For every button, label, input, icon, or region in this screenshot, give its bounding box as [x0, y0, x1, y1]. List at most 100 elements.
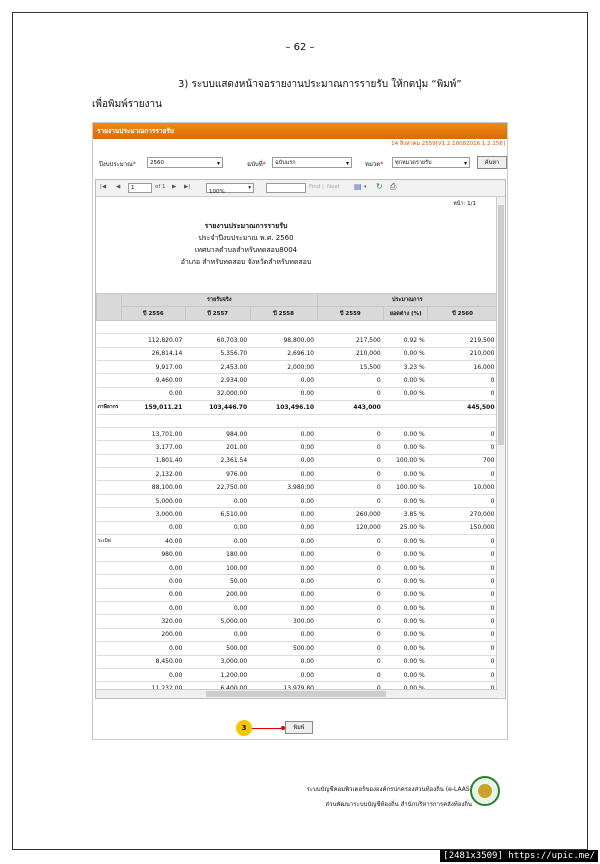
vertical-scrollbar[interactable]	[496, 197, 505, 697]
printer-icon[interactable]: ⎙	[390, 182, 396, 192]
table-cell	[383, 320, 428, 335]
table-cell: 0	[427, 467, 498, 482]
table-cell: 2,361.54	[185, 454, 251, 469]
table-cell: 0.00 %	[383, 387, 428, 402]
table-cell	[185, 414, 251, 428]
table-row: 1,801.40 2,361.54 0.00 0 100.00 % 700	[96, 454, 498, 469]
table-cell: 0	[427, 574, 498, 589]
window-title: รายงานประมาณการรายรับ	[93, 123, 507, 139]
table-cell: 98,800.00	[250, 333, 317, 348]
edition-select[interactable]: ฉบับแรก ▾	[272, 157, 352, 168]
table-cell: 445,500	[427, 400, 498, 415]
table-cell: 210,000	[427, 347, 498, 361]
table-cell: 50.00	[185, 574, 251, 589]
footer: ระบบบัญชีคอมพิวเตอร์ขององค์กรปกครองส่วนท…	[307, 782, 472, 812]
table-row: 0.00 1,200.00 0.00 0 0.00 % 0	[96, 668, 498, 683]
table-cell: 0	[317, 574, 384, 589]
search-button[interactable]: ค้นหา	[477, 156, 507, 169]
next-page-button[interactable]: ▶	[172, 184, 176, 190]
table-cell	[317, 414, 384, 428]
table-row: 9,917.00 2,453.00 2,000.00 15,500 3.23 % 16,0…	[96, 360, 498, 375]
table-cell: 0	[427, 668, 498, 683]
table-cell: 976.00	[185, 467, 251, 482]
table-cell	[383, 414, 428, 428]
table-cell: 0	[427, 561, 498, 576]
table-cell: 0	[317, 440, 384, 455]
version-label: 14 สิงหาคม 2559[V1.2.10082016.1.2.156]	[391, 141, 505, 147]
table-cell: 100.00 %	[383, 454, 428, 469]
page-number-input[interactable]: 1	[128, 183, 152, 193]
scroll-thumb[interactable]	[206, 691, 386, 697]
find-link[interactable]: Find	[309, 184, 320, 190]
chevron-down-icon: ▾	[216, 160, 220, 167]
table-cell: 0	[317, 588, 384, 602]
table-cell: 219,500	[427, 333, 498, 348]
table-cell: 0	[317, 534, 384, 549]
table-row: 112,820.07 60,703.00 98,800.00 217,500 0.92 …	[96, 333, 498, 348]
category-label: หมวด*	[365, 161, 384, 168]
find-input[interactable]	[266, 183, 306, 193]
table-cell: 159,011.21	[121, 400, 186, 415]
table-cell: 120,000	[317, 521, 384, 536]
table-row: 26,814.14 5,356.70 2,696.10 210,000 0.00 % 21…	[96, 347, 498, 361]
table-cell: 0	[317, 480, 384, 495]
table-row: 8,450.00 3,000.00 0.00 0 0.00 % 0	[96, 655, 498, 669]
table-cell: 100.00	[185, 561, 251, 576]
report-viewer: |◀ ◀ 1 of 1 ▶ ▶| 100% ▾ Find | Next ▤ ▾ ↻…	[95, 179, 506, 699]
table-cell	[96, 320, 122, 335]
table-cell: 0.00	[250, 494, 317, 509]
table-cell: 3,177.00	[121, 440, 186, 455]
chevron-down-icon[interactable]: ▾	[364, 184, 367, 190]
refresh-icon[interactable]: ↻	[376, 182, 383, 191]
table-cell	[96, 521, 122, 536]
table-cell	[96, 574, 122, 589]
scroll-thumb[interactable]	[498, 205, 504, 445]
table-cell	[96, 601, 122, 616]
table-cell: 0.00 %	[383, 347, 428, 361]
table-cell	[185, 320, 251, 335]
zoom-select[interactable]: 100% ▾	[206, 183, 254, 195]
first-page-button[interactable]: |◀	[100, 184, 106, 190]
department-logo	[470, 776, 500, 806]
table-cell: 0.00	[121, 641, 186, 656]
table-cell	[121, 320, 186, 335]
table-cell: 15,500	[317, 360, 384, 375]
table-cell: 26,814.14	[121, 347, 186, 361]
table-cell: 0.00 %	[383, 561, 428, 576]
table-cell: 0	[317, 641, 384, 656]
print-button[interactable]: พิมพ์	[285, 721, 313, 734]
table-cell: 0.00	[250, 601, 317, 616]
table-cell	[96, 507, 122, 522]
viewer-toolbar: |◀ ◀ 1 of 1 ▶ ▶| 100% ▾ Find | Next ▤ ▾ ↻…	[96, 180, 505, 197]
category-select[interactable]: ทุกหมวดรายรับ ▾	[392, 157, 470, 168]
table-cell: 0.00	[250, 373, 317, 388]
table-cell: 1,200.00	[185, 668, 251, 683]
last-page-button[interactable]: ▶|	[184, 184, 190, 190]
table-cell	[96, 454, 122, 469]
header-col-2558: ปี 2558	[249, 306, 318, 321]
report-title: รายงานประมาณการรายรับ	[204, 222, 288, 230]
horizontal-scrollbar[interactable]	[96, 689, 498, 698]
table-cell	[96, 547, 122, 562]
prev-page-button[interactable]: ◀	[116, 184, 120, 190]
table-cell	[96, 440, 122, 455]
table-cell: 0.00 %	[383, 427, 428, 442]
table-cell: 200.00	[185, 588, 251, 602]
table-cell: 0	[317, 628, 384, 643]
export-icon[interactable]: ▤	[354, 182, 362, 191]
table-cell: 60,703.00	[185, 333, 251, 348]
filter-bar: ปีงบประมาณ* 2560 ▾ ฉบับที่* ฉบับแรก ▾ หมวด…	[97, 156, 507, 172]
table-cell: 0.00	[121, 588, 186, 602]
table-cell: 3.23 %	[383, 360, 428, 375]
table-row	[96, 414, 498, 428]
table-cell: 0	[427, 601, 498, 616]
table-cell: 0	[317, 454, 384, 469]
year-select[interactable]: 2560 ▾	[147, 157, 223, 168]
table-cell: 0.00	[185, 494, 251, 509]
table-cell: 25.00 %	[383, 521, 428, 536]
next-find-link[interactable]: Next	[327, 184, 340, 190]
table-cell: 103,496.10	[250, 400, 317, 415]
table-row: 0.00 32,000.00 0.00 0 0.00 % 0	[96, 387, 498, 402]
table-cell	[96, 588, 122, 602]
table-cell: 443,000	[317, 400, 384, 415]
